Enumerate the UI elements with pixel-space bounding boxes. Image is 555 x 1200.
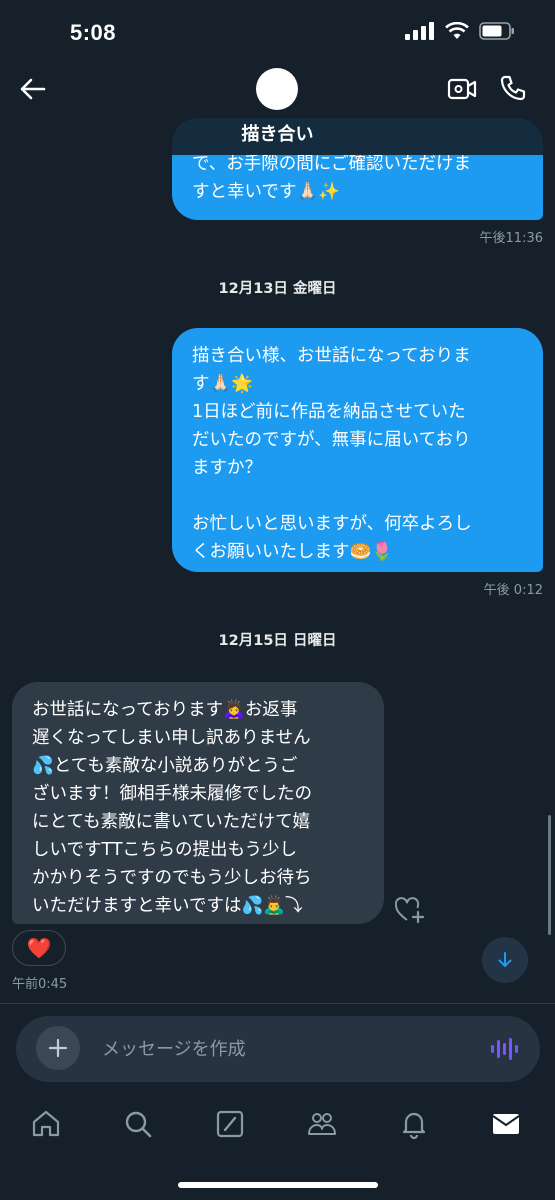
tab-grok[interactable]: [214, 1108, 246, 1140]
contact-name[interactable]: 描き合い: [0, 120, 555, 146]
home-indicator: [178, 1182, 378, 1188]
reaction-emoji: ❤️: [26, 936, 52, 960]
date-separator: 12月13日 金曜日: [218, 281, 337, 297]
plus-icon: [48, 1038, 68, 1058]
wifi-icon: [445, 22, 469, 39]
message-timestamp: 午後11:36: [479, 231, 543, 246]
arrow-left-icon: [20, 78, 46, 100]
message-timestamp: 午前0:45: [12, 977, 68, 992]
tab-messages[interactable]: [490, 1108, 522, 1140]
phone-icon: [500, 75, 526, 101]
voice-waveform-icon: [491, 1038, 518, 1060]
voice-message-button[interactable]: [490, 1036, 518, 1062]
battery-icon: [479, 22, 514, 40]
heart-plus-icon: [395, 897, 425, 924]
scroll-to-bottom-button[interactable]: [482, 937, 528, 983]
composer-divider: [0, 1003, 555, 1004]
reaction-chip[interactable]: ❤️: [12, 930, 66, 966]
status-bar: 5:08: [0, 0, 555, 62]
message-input[interactable]: [102, 1034, 462, 1064]
tab-search[interactable]: [122, 1108, 154, 1140]
notifications-icon: [402, 1112, 426, 1140]
status-time: 5:08: [70, 20, 117, 45]
bottom-tab-bar: [0, 1100, 555, 1150]
video-call-button[interactable]: [447, 76, 477, 102]
messages-icon: [492, 1114, 520, 1134]
home-icon: [32, 1110, 60, 1137]
tab-communities[interactable]: [306, 1108, 338, 1140]
message-bubble-incoming[interactable]: お世話になっております🙇‍♀️お返事 遅くなってしまい申し訳ありません 💦とても…: [12, 682, 384, 924]
add-media-button[interactable]: [36, 1026, 80, 1070]
scrollbar[interactable]: [548, 815, 551, 935]
message-bubble-outgoing[interactable]: 描き合い様、お世話になっておりま す🙏🏻🌟 1日ほど前に作品を納品させていた だ…: [172, 328, 543, 572]
add-reaction-button[interactable]: [395, 896, 425, 924]
search-icon: [125, 1111, 152, 1138]
message-timestamp: 午後 0:12: [483, 583, 543, 598]
communities-icon: [308, 1113, 336, 1135]
back-button[interactable]: [18, 76, 48, 102]
grok-icon: [216, 1110, 244, 1138]
avatar[interactable]: [256, 68, 298, 110]
date-separator: 12月15日 日曜日: [218, 633, 337, 649]
arrow-down-icon: [498, 952, 512, 967]
tab-home[interactable]: [30, 1108, 62, 1140]
message-composer: [16, 1016, 540, 1082]
signal-icon: [405, 22, 434, 40]
phone-call-button[interactable]: [499, 74, 527, 102]
tab-notifications[interactable]: [398, 1108, 430, 1140]
video-call-icon: [447, 78, 477, 100]
status-icons: [405, 22, 515, 40]
